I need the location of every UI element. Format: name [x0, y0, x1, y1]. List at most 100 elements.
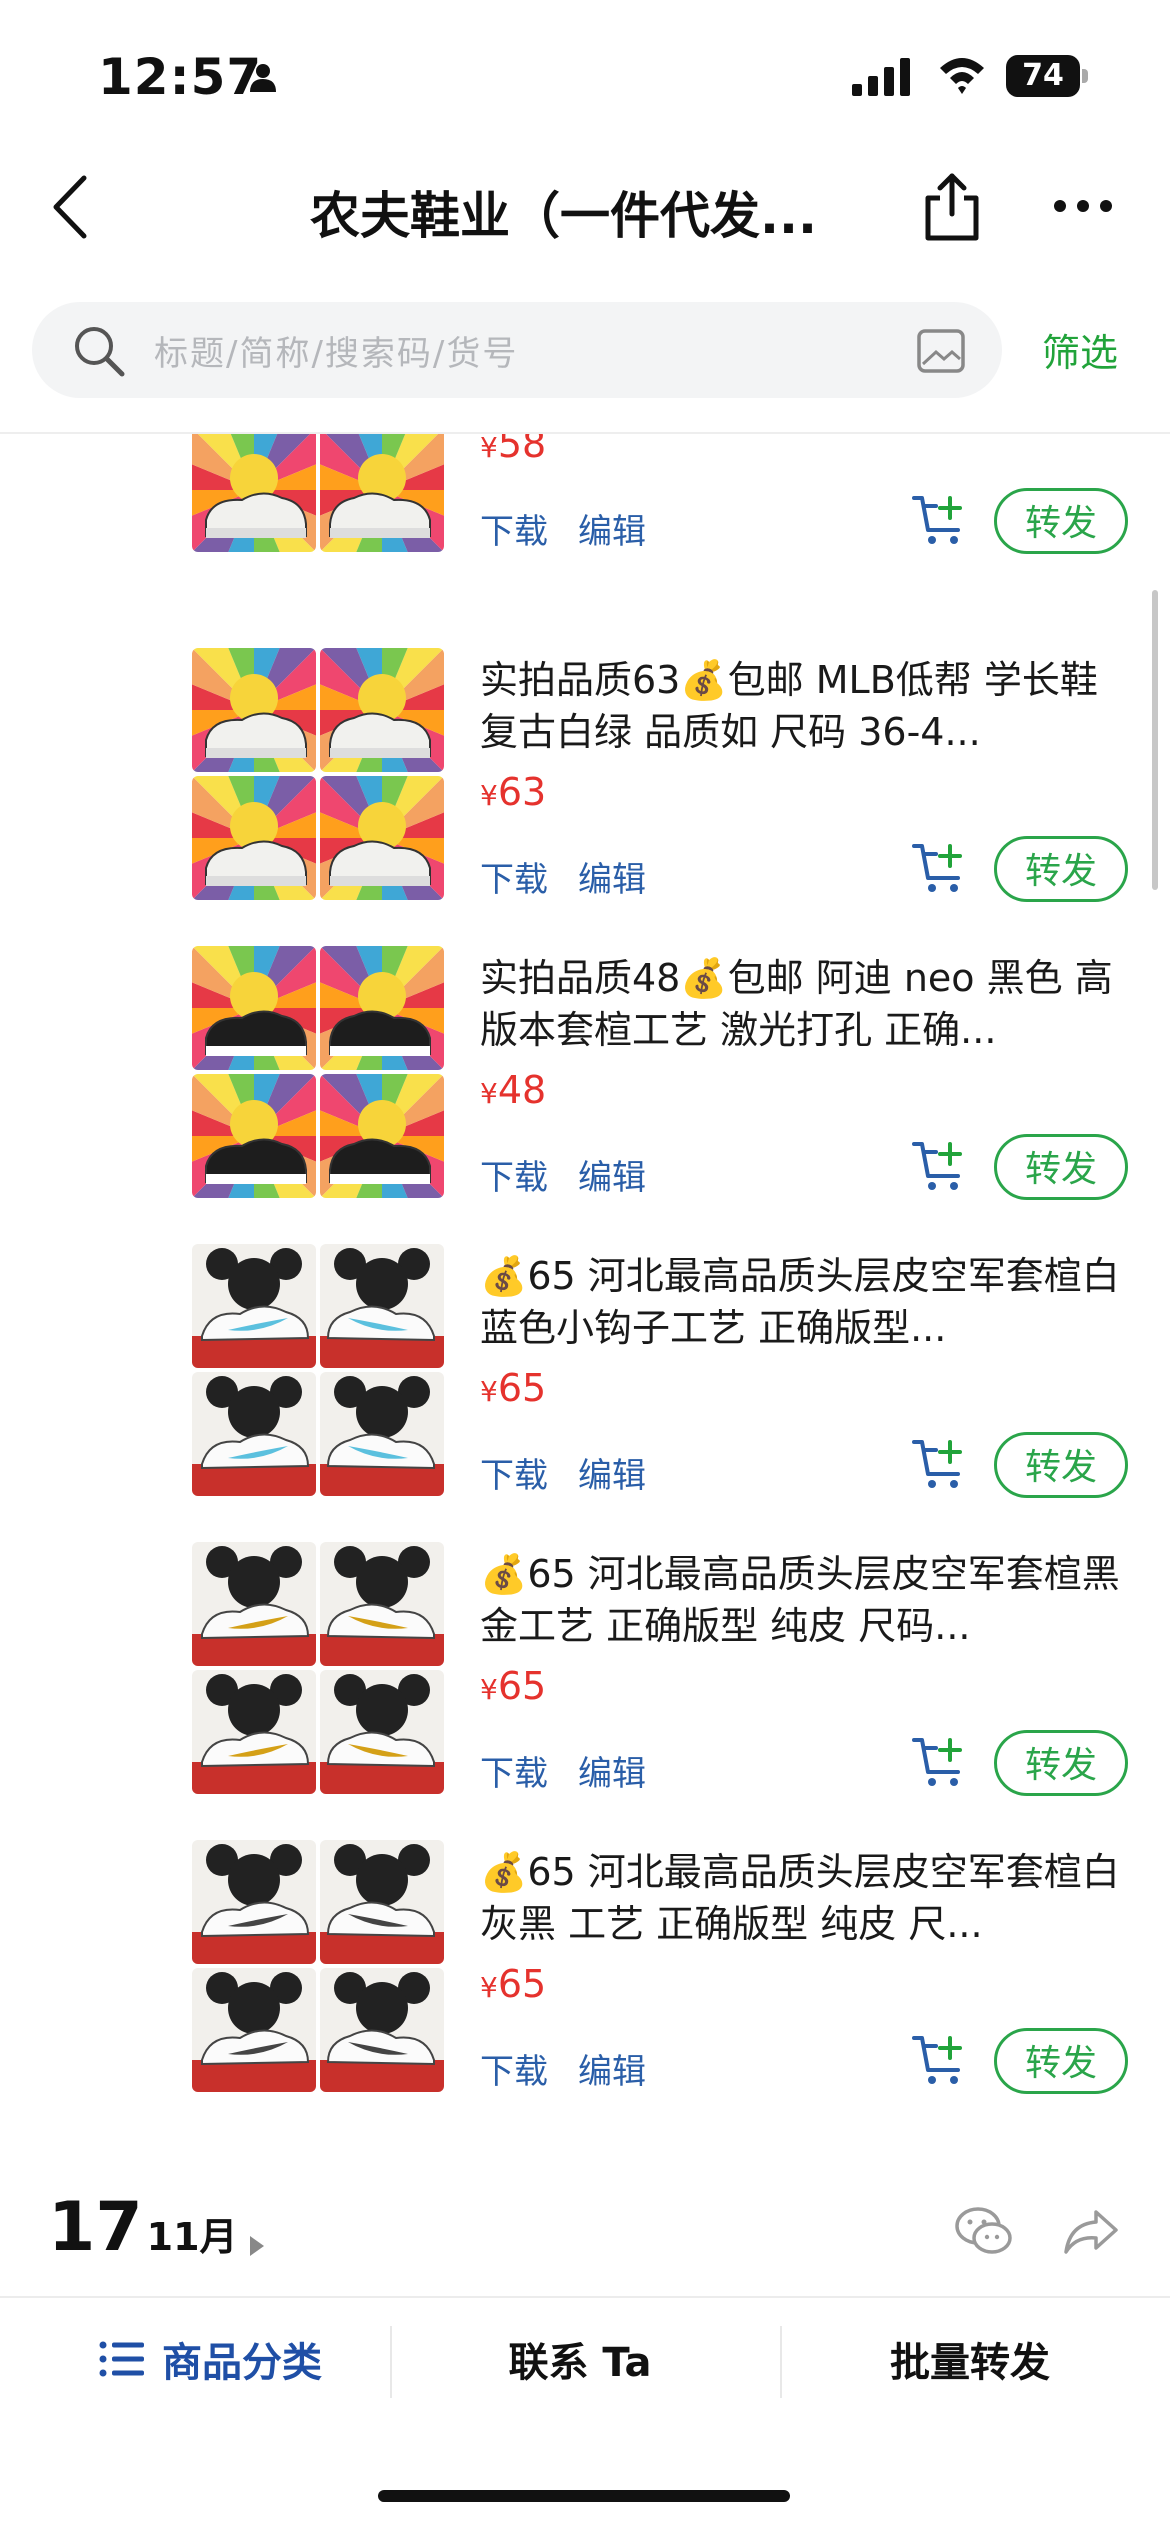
share-icon[interactable]	[922, 172, 982, 242]
edit-link[interactable]: 编辑	[578, 852, 646, 901]
product-title[interactable]: 💰65 河北最高品质头层皮空军套楦白蓝色小钩子工艺 正确版型...	[480, 1250, 1130, 1354]
add-to-cart-icon[interactable]	[912, 1734, 968, 1790]
product-image[interactable]	[320, 1968, 444, 2092]
product-image[interactable]	[320, 1840, 444, 1964]
download-link[interactable]: 下载	[480, 2044, 548, 2093]
product-card[interactable]: 实拍品质48💰包邮 阿迪 neo 黑色 高版本套楦工艺 激光打孔 正确... ¥4…	[0, 946, 1170, 1206]
product-image[interactable]	[320, 1542, 444, 1666]
forward-button[interactable]: 转发	[994, 1432, 1128, 1498]
product-image[interactable]	[192, 1670, 316, 1794]
product-image[interactable]	[192, 1244, 316, 1368]
forward-button[interactable]: 转发	[994, 836, 1128, 902]
scrollbar[interactable]	[1152, 590, 1158, 890]
product-image[interactable]	[192, 1074, 316, 1198]
price-value: 65	[497, 1664, 547, 1708]
product-thumbnails[interactable]	[192, 434, 444, 552]
product-thumbnails[interactable]	[192, 648, 444, 900]
product-image[interactable]	[320, 946, 444, 1070]
product-image[interactable]	[320, 434, 444, 552]
forward-button[interactable]: 转发	[994, 1730, 1128, 1796]
caret-right-icon	[249, 2235, 264, 2256]
forward-button[interactable]: 转发	[994, 1134, 1128, 1200]
product-image[interactable]	[192, 1840, 316, 1964]
product-thumbnails[interactable]	[192, 1840, 444, 2092]
product-image[interactable]	[320, 1670, 444, 1794]
tab-contact[interactable]: 联系 Ta	[430, 2330, 730, 2400]
product-thumbnails[interactable]	[192, 946, 444, 1198]
date-header[interactable]: 17 11月	[48, 2188, 264, 2267]
edit-link[interactable]: 编辑	[578, 1746, 646, 1795]
product-price: ¥65	[480, 1664, 547, 1708]
price-value: 58	[497, 434, 547, 466]
download-link[interactable]: 下载	[480, 852, 548, 901]
product-card[interactable]: 💰65 河北最高品质头层皮空军套楦白灰黑 工艺 正确版型 纯皮 尺... ¥65 下…	[0, 1840, 1170, 2094]
product-price: ¥65	[480, 1366, 547, 1410]
search-icon	[75, 327, 125, 377]
price-value: 65	[497, 1366, 547, 1410]
tab-contact-label: 联系 Ta	[508, 2340, 652, 2386]
tab-category-label: 商品分类	[162, 2340, 322, 2386]
add-to-cart-icon[interactable]	[912, 2032, 968, 2088]
image-search-icon[interactable]	[916, 326, 966, 376]
product-title[interactable]: 💰65 河北最高品质头层皮空军套楦白灰黑 工艺 正确版型 纯皮 尺...	[480, 1846, 1130, 1950]
product-image[interactable]	[320, 648, 444, 772]
product-image[interactable]	[320, 1244, 444, 1368]
download-link[interactable]: 下载	[480, 1746, 548, 1795]
product-image[interactable]	[192, 1968, 316, 2092]
more-icon[interactable]	[1052, 198, 1114, 214]
add-to-cart-icon[interactable]	[912, 1138, 968, 1194]
download-link[interactable]: 下载	[480, 1150, 548, 1199]
price-value: 48	[497, 1068, 547, 1112]
search-bar[interactable]: 标题/简称/搜索码/货号	[32, 302, 1002, 398]
add-to-cart-icon[interactable]	[912, 1436, 968, 1492]
product-image[interactable]	[320, 1372, 444, 1496]
list-icon	[99, 2341, 144, 2377]
tab-category[interactable]: 商品分类	[80, 2330, 340, 2400]
product-image[interactable]	[320, 776, 444, 900]
product-title[interactable]: 💰65 河北最高品质头层皮空军套楦黑金工艺 正确版型 纯皮 尺码...	[480, 1548, 1130, 1652]
price-value: 63	[497, 770, 547, 814]
product-list[interactable]: Jordan 大活红 品质细回 大的 35...¥58下载编辑转发 实拍品质63…	[0, 434, 1170, 2094]
product-image[interactable]	[192, 648, 316, 772]
edit-link[interactable]: 编辑	[578, 2044, 646, 2093]
page-title: 农夫鞋业（一件代发...	[310, 187, 817, 245]
product-thumbnails[interactable]	[192, 1244, 444, 1496]
add-to-cart-icon[interactable]	[912, 840, 968, 896]
status-bar: 12:57 74	[0, 0, 1170, 150]
edit-link[interactable]: 编辑	[578, 1448, 646, 1497]
forward-button[interactable]: 转发	[994, 488, 1128, 554]
product-image[interactable]	[192, 1372, 316, 1496]
product-image[interactable]	[192, 434, 316, 552]
search-placeholder: 标题/简称/搜索码/货号	[154, 334, 519, 374]
forward-arrow-icon[interactable]	[1062, 2206, 1120, 2258]
product-title[interactable]: 实拍品质48💰包邮 阿迪 neo 黑色 高版本套楦工艺 激光打孔 正确...	[480, 952, 1130, 1056]
product-image[interactable]	[192, 776, 316, 900]
wifi-icon	[940, 58, 984, 94]
filter-button[interactable]: 筛选	[1042, 322, 1118, 377]
product-price: ¥65	[480, 1962, 547, 2006]
product-thumbnails[interactable]	[192, 1542, 444, 1794]
edit-link[interactable]: 编辑	[578, 1150, 646, 1199]
tab-separator	[780, 2326, 782, 2398]
product-card[interactable]: 💰65 河北最高品质头层皮空军套楦白蓝色小钩子工艺 正确版型... ¥65 下载 编辑…	[0, 1244, 1170, 1504]
product-image[interactable]	[192, 1542, 316, 1666]
product-image[interactable]	[320, 1074, 444, 1198]
product-card[interactable]: 💰65 河北最高品质头层皮空军套楦黑金工艺 正确版型 纯皮 尺码... ¥65 下载…	[0, 1542, 1170, 1802]
product-price: ¥48	[480, 1068, 547, 1112]
add-to-cart-icon[interactable]	[912, 492, 968, 548]
product-card[interactable]: Jordan 大活红 品质细回 大的 35...¥58下载编辑转发	[0, 434, 1170, 560]
wechat-icon[interactable]	[954, 2204, 1014, 2258]
edit-link[interactable]: 编辑	[578, 504, 646, 553]
tab-separator	[390, 2326, 392, 2398]
download-link[interactable]: 下载	[480, 504, 548, 553]
forward-button[interactable]: 转发	[994, 2028, 1128, 2094]
price-value: 65	[497, 1962, 547, 2006]
download-link[interactable]: 下载	[480, 1448, 548, 1497]
back-icon[interactable]	[48, 172, 92, 242]
date-month: 11月	[146, 2215, 238, 2259]
tab-bulk-forward[interactable]: 批量转发	[820, 2330, 1120, 2400]
product-title[interactable]: 实拍品质63💰包邮 MLB低帮 学长鞋 复古白绿 品质如 尺码 36-4...	[480, 654, 1130, 758]
product-card[interactable]: 实拍品质63💰包邮 MLB低帮 学长鞋 复古白绿 品质如 尺码 36-4... ¥…	[0, 648, 1170, 908]
battery-icon: 74	[1006, 55, 1088, 97]
product-image[interactable]	[192, 946, 316, 1070]
